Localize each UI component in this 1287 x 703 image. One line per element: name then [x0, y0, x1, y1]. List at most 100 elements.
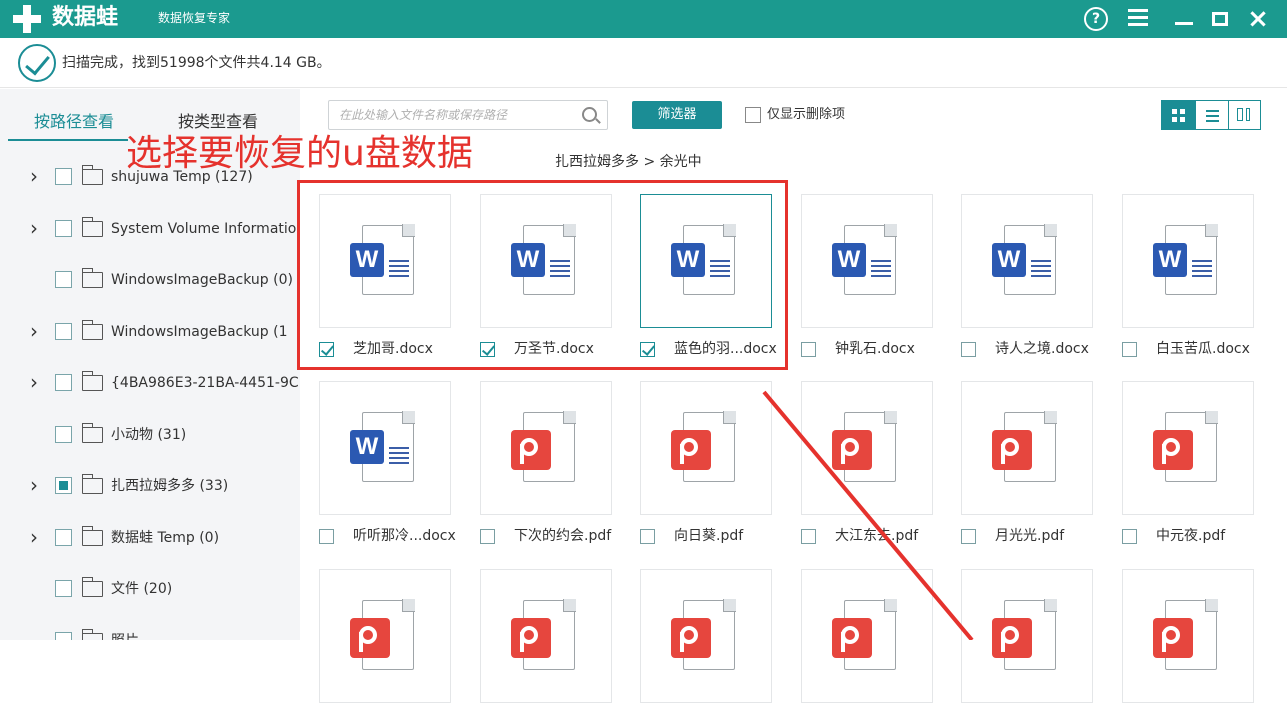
folder-tree-item[interactable]: › {4BA986E3-21BA-4451-9C: [0, 371, 300, 395]
file-tile[interactable]: [961, 381, 1093, 515]
detail-view-button[interactable]: [1228, 101, 1261, 129]
filter-button[interactable]: 筛选器: [632, 101, 722, 129]
folder-label: {4BA986E3-21BA-4451-9C: [111, 375, 299, 391]
folder-icon: [82, 216, 103, 237]
pdf-file-icon: [511, 430, 551, 470]
file-tile[interactable]: [801, 569, 933, 703]
file-checkbox[interactable]: [640, 342, 655, 357]
folder-checkbox[interactable]: [55, 271, 72, 288]
file-tile[interactable]: W: [1122, 194, 1254, 328]
grid-view-button[interactable]: [1162, 101, 1195, 129]
expand-chevron-icon[interactable]: ›: [30, 371, 38, 393]
expand-chevron-icon[interactable]: ›: [30, 526, 38, 548]
expand-chevron-icon[interactable]: ›: [30, 217, 38, 239]
file-checkbox[interactable]: [640, 529, 655, 544]
folder-checkbox[interactable]: [55, 528, 72, 546]
pdf-file-icon: [832, 430, 872, 470]
check-circle-icon: [18, 44, 56, 82]
annotation-text: 选择要恢复的u盘数据: [126, 133, 473, 174]
app-name: 数据蛙: [52, 5, 119, 30]
list-view-button[interactable]: [1195, 101, 1228, 129]
file-name: 下次的约会.pdf: [514, 528, 612, 544]
file-checkbox[interactable]: [319, 342, 334, 357]
help-icon: ?: [1084, 7, 1108, 31]
file-name: 月光光.pdf: [995, 528, 1065, 544]
file-tile[interactable]: [801, 381, 933, 515]
folder-tree-item[interactable]: 文件 (20): [0, 577, 300, 601]
file-tile[interactable]: W: [319, 194, 451, 328]
folder-label: System Volume Information: [111, 220, 300, 237]
folder-checkbox[interactable]: [55, 168, 72, 185]
breadcrumb: 扎西拉姆多多 > 余光中: [555, 154, 702, 170]
menu-button[interactable]: [1124, 5, 1152, 33]
scan-status-bar: 扫描完成，找到51998个文件共4.14 GB。: [0, 38, 1287, 88]
pdf-file-icon: [1153, 618, 1193, 658]
folder-tree-item[interactable]: 小动物 (31): [0, 422, 300, 447]
maximize-button[interactable]: [1206, 5, 1234, 33]
folder-label: WindowsImageBackup (1: [111, 323, 288, 340]
file-tile[interactable]: [640, 569, 772, 703]
file-checkbox[interactable]: [801, 529, 816, 544]
view-mode-toggle: [1161, 100, 1261, 130]
folder-tree-item[interactable]: › WindowsImageBackup (1: [0, 319, 300, 344]
tab-by-path[interactable]: 按路径查看: [34, 111, 114, 133]
file-name: 诗人之境.docx: [995, 341, 1089, 357]
expand-chevron-icon[interactable]: ›: [30, 320, 38, 342]
file-name: 蓝色的羽...docx: [674, 341, 777, 357]
folder-checkbox[interactable]: [55, 425, 72, 443]
file-name: 向日葵.pdf: [674, 528, 744, 544]
folder-checkbox[interactable]: [55, 219, 72, 237]
word-file-icon: W: [992, 243, 1026, 277]
search-input[interactable]: 在此处输入文件名称或保存路径: [328, 100, 608, 130]
folder-tree-item[interactable]: 照片: [0, 628, 300, 640]
file-tile[interactable]: [319, 569, 451, 703]
show-deleted-checkbox[interactable]: [745, 107, 761, 123]
file-name: 大江东去.pdf: [835, 528, 919, 544]
file-checkbox[interactable]: [801, 342, 816, 357]
folder-checkbox[interactable]: [55, 374, 72, 391]
file-checkbox[interactable]: [1122, 529, 1137, 544]
folder-checkbox[interactable]: [55, 631, 72, 640]
file-tile[interactable]: W: [319, 381, 451, 515]
file-checkbox[interactable]: [319, 529, 334, 544]
word-file-icon: W: [511, 243, 545, 277]
file-tile[interactable]: [1122, 569, 1254, 703]
folder-icon: [82, 422, 103, 443]
file-tile[interactable]: [640, 381, 772, 515]
expand-chevron-icon[interactable]: ›: [30, 474, 38, 496]
file-name: 中元夜.pdf: [1156, 528, 1226, 544]
file-checkbox[interactable]: [961, 342, 976, 357]
folder-tree-item[interactable]: › 数据蛙 Temp (0): [0, 525, 300, 550]
file-tile[interactable]: [480, 569, 612, 703]
file-tile[interactable]: W: [961, 194, 1093, 328]
folder-tree-item[interactable]: › System Volume Information: [0, 216, 300, 241]
file-tile[interactable]: W: [640, 194, 772, 328]
search-placeholder: 在此处输入文件名称或保存路径: [339, 108, 508, 122]
file-tile[interactable]: [1122, 381, 1254, 515]
maximize-icon: [1212, 12, 1228, 26]
file-checkbox[interactable]: [1122, 342, 1137, 357]
file-checkbox[interactable]: [961, 529, 976, 544]
folder-checkbox[interactable]: [55, 477, 72, 494]
minimize-button[interactable]: [1170, 5, 1198, 33]
file-tile[interactable]: W: [480, 194, 612, 328]
file-tile[interactable]: W: [801, 194, 933, 328]
file-checkbox[interactable]: [480, 342, 495, 357]
search-icon[interactable]: [582, 107, 597, 122]
pdf-file-icon: [992, 618, 1032, 658]
file-tile[interactable]: [480, 381, 612, 515]
close-button[interactable]: ×: [1244, 5, 1272, 33]
file-tile[interactable]: [961, 569, 1093, 703]
folder-tree-item[interactable]: WindowsImageBackup (0): [0, 268, 300, 292]
folder-icon: [82, 268, 103, 288]
expand-chevron-icon[interactable]: ›: [30, 165, 38, 187]
word-file-icon: W: [350, 243, 384, 277]
folder-icon: [82, 474, 103, 494]
file-checkbox[interactable]: [480, 529, 495, 544]
folder-tree-item[interactable]: › 扎西拉姆多多 (33): [0, 474, 300, 498]
show-deleted-label: 仅显示删除项: [767, 107, 846, 122]
folder-checkbox[interactable]: [55, 580, 72, 597]
file-name: 芝加哥.docx: [353, 341, 433, 357]
help-button[interactable]: ?: [1082, 5, 1110, 33]
folder-checkbox[interactable]: [55, 322, 72, 340]
